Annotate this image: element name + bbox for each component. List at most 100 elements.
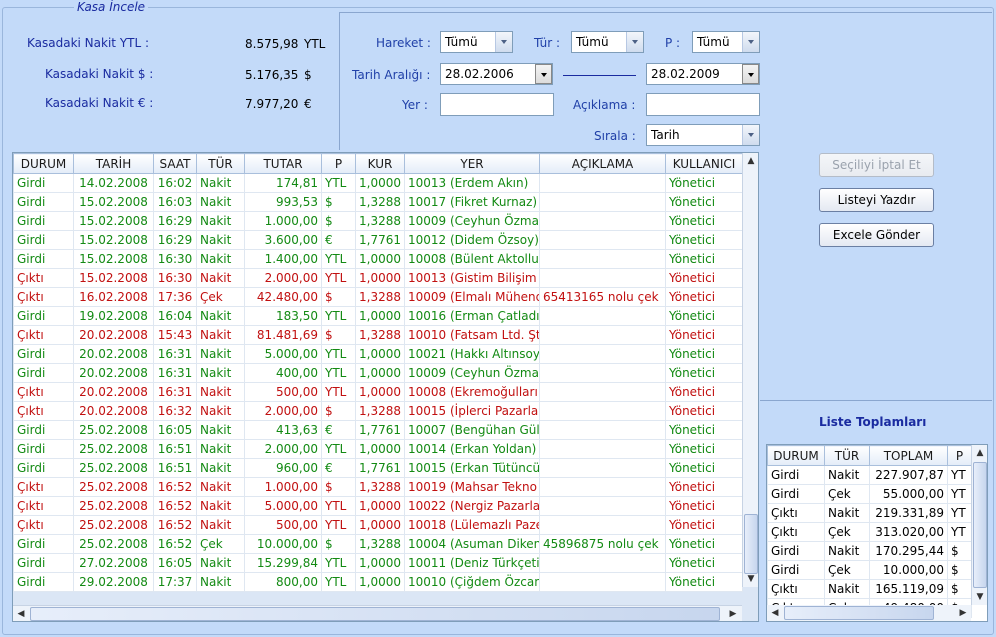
scroll-right-icon[interactable]: ▶ [955,605,971,621]
p-select[interactable]: Tümü [692,31,760,53]
scroll-right-icon[interactable]: ▶ [725,606,741,621]
table-row[interactable]: Çıktı 20.02.2008 16:32 Nakit 2.000,00 $1,3288… [13,401,743,421]
table-row[interactable]: Girdi 25.02.2008 16:52 Çek 10.000,00 $1,3288 1… [13,534,743,554]
table-row[interactable]: Girdi 15.02.2008 16:03 Nakit 993,53 $1,3288 10… [13,192,743,212]
cell-col-kur: 1,7761 [355,230,405,250]
scroll-down-icon[interactable]: ▼ [972,589,987,605]
header-col-p[interactable]: P [321,153,356,174]
scroll-thumb[interactable] [744,514,758,574]
chevron-down-icon[interactable] [742,125,759,145]
totals-row[interactable]: Girdi Nakit 227.907,87 YT [767,465,972,485]
cell-col-kullanici: Yönetici [665,553,743,573]
totals-row[interactable]: Çıktı Nakit 219.331,89 YT [767,503,972,523]
cell-col-aciklama [539,192,666,212]
chevron-down-icon[interactable] [495,32,512,52]
totals-header-col-p[interactable]: P [947,445,972,466]
totals-row[interactable]: Girdi Çek 55.000,00 YT [767,484,972,504]
table-row[interactable]: Girdi 20.02.2008 16:31 Nakit 5.000,00 YTL 1,00… [13,344,743,364]
cell-col-aciklama [539,515,666,535]
table-row[interactable]: Girdi 15.02.2008 16:30 Nakit 1.400,00 YTL 1,00… [13,249,743,269]
table-row[interactable]: Çıktı 20.02.2008 15:43 Nakit 81.481,69 $1,328… [13,325,743,345]
header-col-aciklama[interactable]: AÇIKLAMA [539,153,666,174]
table-row[interactable]: Girdi 15.02.2008 16:29 Nakit 1.000,00 $1,3288… [13,211,743,231]
header-col-tarih[interactable]: TARİH [73,153,154,174]
table-row[interactable]: Girdi 20.02.2008 16:31 Nakit 400,00 YTL 1,0000… [13,363,743,383]
excele-gonder-button[interactable]: Excele Gönder [819,223,934,247]
cell-col-yer: 10008 (Bülent Aktollu) [404,249,540,269]
chevron-down-icon[interactable] [742,32,759,52]
totals-row[interactable]: Çıktı Çek 313.020,00 YT [767,522,972,542]
cell-col-kullanici: Yönetici [665,401,743,421]
header-col-durum[interactable]: DURUM [13,153,74,174]
header-col-kullanici[interactable]: KULLANICI [665,153,743,174]
table-row[interactable]: Girdi 15.02.2008 16:29 Nakit 3.600,00 €1,7761… [13,230,743,250]
totals-header-col-durum[interactable]: DURUM [767,445,825,466]
cell-col-tur: Nakit [196,230,245,250]
totals-horizontal-scrollbar[interactable]: ◀ ▶ [767,605,971,621]
header-col-kur[interactable]: KUR [355,153,405,174]
header-col-saat[interactable]: SAAT [153,153,197,174]
header-col-yer[interactable]: YER [404,153,540,174]
scroll-thumb[interactable] [973,462,987,588]
cell-col-p: YTL [321,268,356,288]
totals-header-col-toplam[interactable]: TOPLAM [869,445,948,466]
sirala-select[interactable]: Tarih [646,124,760,146]
cell-col-kur: 1,0000 [355,173,405,193]
cell-col-kur: 1,0000 [355,572,405,592]
scroll-down-icon[interactable]: ▼ [743,571,758,587]
table-row[interactable]: Çıktı 15.02.2008 16:30 Nakit 2.000,00 YTL 1,00… [13,268,743,288]
table-row[interactable]: Girdi 25.02.2008 16:05 Nakit 413,63 €1,7761 10… [13,420,743,440]
table-row[interactable]: Girdi 25.02.2008 16:51 Nakit 2.000,00 YTL 1,00… [13,439,743,459]
tarih-from-datepicker[interactable]: 28.02.2006 [440,63,553,85]
tur-select[interactable]: Tümü [571,31,644,53]
table-row[interactable]: Çıktı 20.02.2008 16:31 Nakit 500,00 YTL 1,0000… [13,382,743,402]
table-row[interactable]: Girdi 19.02.2008 16:04 Nakit 183,50 YTL 1,0000… [13,306,743,326]
header-col-tur[interactable]: TÜR [196,153,245,174]
scroll-up-icon[interactable]: ▲ [972,445,987,461]
table-row[interactable]: Girdi 27.02.2008 16:05 Nakit 15.299,84 YTL 1,0… [13,553,743,573]
cell-col-yer: 10015 (İplerci Pazarlar [404,401,540,421]
cell-col-tarih: 20.02.2008 [73,401,154,421]
totals-header-col-tur[interactable]: TÜR [824,445,870,466]
cell-col-p: YTL [321,496,356,516]
cell-col-durum: Çıktı [13,268,74,288]
scroll-left-icon[interactable]: ◀ [767,605,783,621]
yer-input[interactable] [440,93,554,116]
grid-vertical-scrollbar[interactable]: ▲ ▼ [742,153,758,587]
scroll-thumb[interactable] [30,607,720,621]
cell-col-durum: Girdi [13,344,74,364]
iptal-et-button[interactable]: Seçiliyi İptal Et [819,153,934,177]
totals-row[interactable]: Çıktı Nakit 165.119,09 $ [767,579,972,599]
cell-col-kullanici: Yönetici [665,173,743,193]
cell-col-yer: 10008 (Ekremoğulları [404,382,540,402]
totals-vertical-scrollbar[interactable]: ▲ ▼ [971,445,987,605]
cell-col-tarih: 25.02.2008 [73,439,154,459]
table-row[interactable]: Çıktı 16.02.2008 17:36 Çek 42.480,00 $1,3288 1… [13,287,743,307]
cell-col-saat: 16:30 [153,268,197,288]
totals-cell-col-toplam: 313.020,00 [869,522,948,542]
aciklama-input[interactable] [646,93,760,116]
tarih-to-datepicker[interactable]: 28.02.2009 [646,63,760,85]
cell-col-kullanici: Yönetici [665,249,743,269]
scroll-left-icon[interactable]: ◀ [13,606,29,621]
cell-col-aciklama [539,401,666,421]
totals-row[interactable]: Girdi Çek 10.000,00 $ [767,560,972,580]
totals-row[interactable]: Girdi Nakit 170.295,44 $ [767,541,972,561]
scroll-up-icon[interactable]: ▲ [743,153,758,169]
table-row[interactable]: Girdi 25.02.2008 16:51 Nakit 960,00 €1,7761 10… [13,458,743,478]
table-row[interactable]: Çıktı 25.02.2008 16:52 Nakit 5.000,00 YTL 1,00… [13,496,743,516]
table-row[interactable]: Çıktı 25.02.2008 16:52 Nakit 1.000,00 $1,3288… [13,477,743,497]
totals-cell-col-toplam: 219.331,89 [869,503,948,523]
cell-col-yer: 10017 (Fikret Kurnaz) [404,192,540,212]
table-row[interactable]: Girdi 14.02.2008 16:02 Nakit 174,81 YTL 1,0000… [13,173,743,193]
chevron-down-icon[interactable] [535,64,552,84]
listeyi-yazdir-button[interactable]: Listeyi Yazdır [819,188,934,212]
chevron-down-icon[interactable] [626,32,643,52]
scroll-thumb[interactable] [784,606,934,620]
hareket-select[interactable]: Tümü [440,31,513,53]
header-col-tutar[interactable]: TUTAR [244,153,322,174]
table-row[interactable]: Girdi 29.02.2008 17:37 Nakit 800,00 YTL 1,0000… [13,572,743,592]
grid-horizontal-scrollbar[interactable]: ◀ ▶ [13,605,742,621]
table-row[interactable]: Çıktı 25.02.2008 16:52 Nakit 500,00 YTL 1,0000… [13,515,743,535]
chevron-down-icon[interactable] [742,64,759,84]
